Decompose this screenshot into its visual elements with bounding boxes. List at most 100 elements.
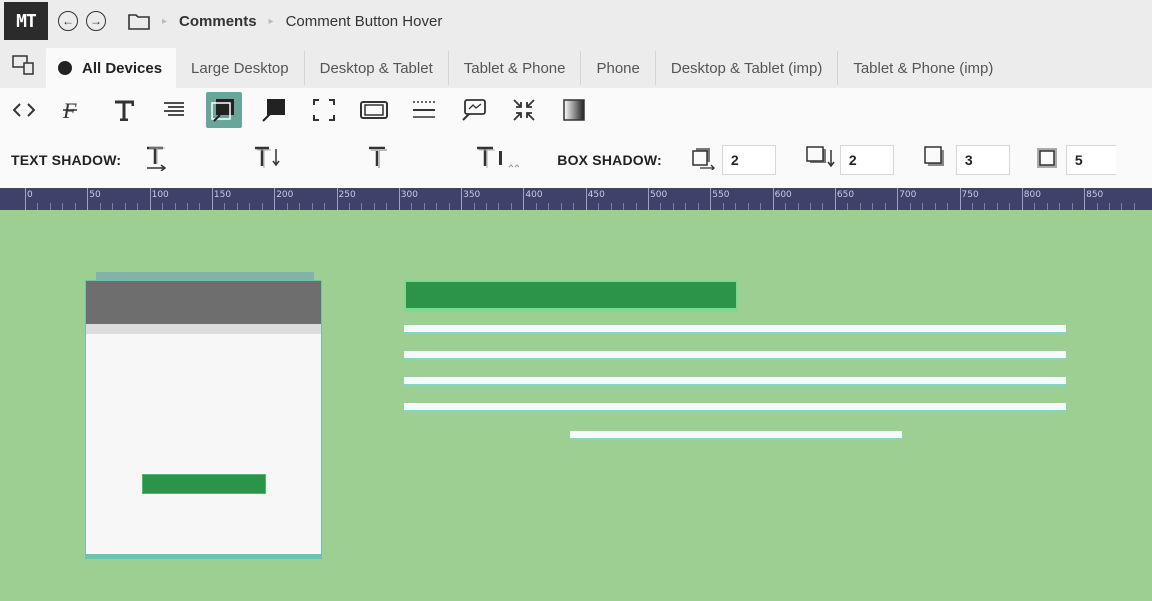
text-shadow-label: TEXT SHADOW: bbox=[11, 152, 122, 168]
align-icon[interactable] bbox=[156, 92, 192, 128]
tab-label: Large Desktop bbox=[191, 59, 289, 77]
ruler-minor-tick bbox=[386, 203, 388, 210]
ruler-minor-tick bbox=[411, 203, 413, 210]
ruler-minor-tick bbox=[934, 203, 936, 210]
chat-icon[interactable] bbox=[456, 92, 492, 128]
box-shadow-spread-icon[interactable] bbox=[1036, 147, 1058, 174]
ruler-minor-tick bbox=[361, 203, 363, 210]
horizontal-ruler: 0 50 100 150 200 250 300 350 400 450 500 550 600 650 7… bbox=[0, 188, 1152, 210]
box-shadow-y-input[interactable]: 2 bbox=[839, 145, 894, 175]
film-icon[interactable] bbox=[356, 92, 392, 128]
box-shadow-tool-icon[interactable] bbox=[206, 92, 242, 128]
ruler-minor-tick bbox=[473, 203, 475, 210]
ruler-minor-tick bbox=[249, 203, 251, 210]
ruler-minor-tick bbox=[971, 203, 973, 210]
tab-phone[interactable]: Phone bbox=[581, 51, 656, 85]
text-icon[interactable] bbox=[106, 92, 142, 128]
ruler-label: 100 bbox=[151, 190, 169, 200]
ruler-minor-tick bbox=[299, 203, 301, 210]
box-shadow-blur-icon[interactable] bbox=[924, 145, 948, 175]
forward-button[interactable]: → bbox=[86, 11, 106, 31]
ruler-label: 150 bbox=[213, 190, 232, 200]
top-bar: MT ← → ▸ Comments ▸ Comment Button Hover bbox=[0, 0, 1152, 42]
gradient-icon[interactable] bbox=[556, 92, 592, 128]
ruler-label: 650 bbox=[836, 190, 855, 200]
ruler-minor-tick bbox=[199, 203, 201, 210]
ruler-minor-tick bbox=[99, 203, 101, 210]
ruler-minor-tick bbox=[236, 203, 238, 210]
ruler-major-tick bbox=[648, 188, 649, 210]
ruler-label: 700 bbox=[899, 190, 917, 200]
box-shadow-label: BOX SHADOW: bbox=[557, 152, 662, 168]
speech-bubble-icon[interactable] bbox=[256, 92, 292, 128]
ruler-major-tick bbox=[274, 188, 276, 210]
ruler-minor-tick bbox=[660, 203, 662, 210]
card-header-placeholder bbox=[86, 281, 321, 324]
tab-large-desktop[interactable]: Large Desktop bbox=[176, 51, 305, 85]
text-shadow-y-icon[interactable] bbox=[253, 145, 281, 176]
ruler-minor-tick bbox=[735, 203, 737, 210]
ruler-minor-tick bbox=[623, 203, 625, 210]
card-divider bbox=[86, 324, 321, 334]
ruler-label: 50 bbox=[89, 190, 101, 200]
tab-tablet-phone[interactable]: Tablet & Phone bbox=[449, 51, 582, 85]
box-shadow-y-value: 2 bbox=[848, 152, 857, 168]
comment-button-preview[interactable] bbox=[142, 474, 266, 494]
ruler-minor-tick bbox=[573, 203, 575, 210]
box-shadow-blur-input[interactable]: 3 bbox=[955, 145, 1010, 175]
tab-desktop-tablet-imp[interactable]: Desktop & Tablet (imp) bbox=[656, 51, 839, 85]
preview-card[interactable] bbox=[85, 280, 322, 559]
text-shadow-x-icon[interactable] bbox=[145, 145, 167, 176]
box-shadow-y-icon[interactable] bbox=[806, 145, 836, 175]
card-shadow-strip bbox=[96, 272, 314, 280]
collapse-icon[interactable] bbox=[506, 92, 542, 128]
folder-icon[interactable] bbox=[128, 12, 150, 30]
back-button[interactable]: ← bbox=[58, 11, 78, 31]
ruler-minor-tick bbox=[947, 203, 949, 210]
font-icon[interactable]: F bbox=[56, 92, 92, 128]
box-shadow-spread-input[interactable]: 5 bbox=[1065, 145, 1116, 175]
tab-tablet-phone-imp[interactable]: Tablet & Phone (imp) bbox=[838, 51, 1008, 85]
tab-label: Tablet & Phone bbox=[463, 59, 566, 77]
shadow-controls: TEXT SHADOW: BOX SHADOW: 2 2 3 5 bbox=[0, 132, 1152, 188]
tab-all-devices[interactable]: All Devices bbox=[46, 48, 177, 88]
tab-label: All Devices bbox=[82, 59, 163, 77]
fullscreen-icon[interactable] bbox=[306, 92, 342, 128]
text-shadow-color-icon[interactable] bbox=[475, 145, 520, 176]
ruler-minor-tick bbox=[62, 203, 64, 210]
ruler-major-tick bbox=[585, 188, 587, 210]
ruler-label: 400 bbox=[525, 190, 543, 200]
breadcrumb-item-comments[interactable]: Comments bbox=[179, 13, 257, 30]
ruler-minor-tick bbox=[448, 203, 450, 210]
ruler-minor-tick bbox=[261, 203, 263, 210]
design-canvas[interactable] bbox=[0, 210, 1152, 601]
ruler-minor-tick bbox=[37, 203, 39, 210]
ruler-minor-tick bbox=[760, 203, 762, 210]
ruler-label: 0 bbox=[27, 190, 33, 200]
text-shadow-blur-icon[interactable] bbox=[367, 145, 389, 176]
device-preview-icon[interactable] bbox=[0, 42, 46, 88]
logo-text: MT bbox=[16, 10, 37, 32]
text-line-placeholder bbox=[404, 325, 1066, 334]
code-icon[interactable] bbox=[6, 92, 42, 128]
ruler-minor-tick bbox=[1133, 203, 1135, 210]
tab-desktop-tablet[interactable]: Desktop & Tablet bbox=[305, 51, 449, 85]
app-logo[interactable]: MT bbox=[4, 2, 48, 40]
ruler-major-tick bbox=[336, 188, 338, 210]
ruler-minor-tick bbox=[1046, 203, 1048, 210]
border-icon[interactable] bbox=[406, 92, 442, 128]
ruler-minor-tick bbox=[996, 203, 998, 210]
ruler-minor-tick bbox=[1096, 203, 1098, 210]
ruler-minor-tick bbox=[672, 203, 674, 210]
text-line-placeholder bbox=[570, 431, 902, 440]
ruler-label: 500 bbox=[650, 190, 668, 200]
ruler-minor-tick bbox=[747, 203, 749, 210]
box-shadow-x-icon[interactable] bbox=[692, 146, 716, 175]
ruler-minor-tick bbox=[324, 203, 326, 210]
text-line-placeholder bbox=[404, 377, 1066, 386]
ruler-minor-tick bbox=[124, 203, 126, 210]
box-shadow-x-input[interactable]: 2 bbox=[721, 145, 776, 175]
ruler-minor-tick bbox=[697, 203, 699, 210]
ruler-label: 200 bbox=[276, 190, 294, 200]
ruler-major-tick bbox=[897, 188, 899, 210]
